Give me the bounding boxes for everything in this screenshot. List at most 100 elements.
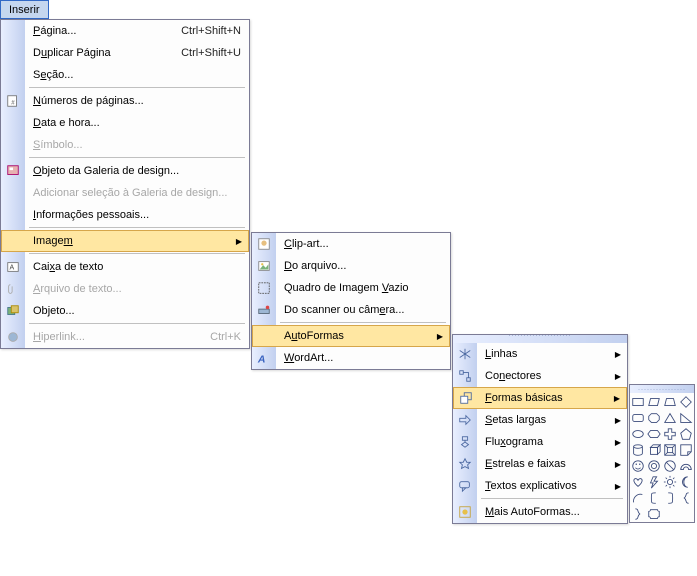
menu-item-informacoes-pessoais[interactable]: Informações pessoais... [1, 204, 249, 226]
menu-item-imagem[interactable]: Imagem ▶ [1, 230, 249, 252]
menu-item-shortcut: Ctrl+Shift+U [181, 47, 249, 59]
shape-folded-corner[interactable] [678, 442, 694, 458]
basic-shapes-icon [454, 387, 477, 409]
shape-cross[interactable] [662, 426, 678, 442]
shape-left-brace[interactable] [678, 490, 694, 506]
blank-icon [1, 112, 25, 134]
svg-text:A: A [257, 353, 265, 365]
shape-rounded-rectangle[interactable] [630, 410, 646, 426]
menu-item-do-arquivo[interactable]: Do arquivo... [252, 255, 450, 277]
menu-item-data-hora[interactable]: Data e hora... [1, 112, 249, 134]
menu-item-label: Página... [25, 25, 181, 37]
shape-parallelogram[interactable] [646, 394, 662, 410]
menu-item-label: Linhas [477, 348, 615, 360]
menu-item-setas-largas[interactable]: Setas largas ▶ [453, 409, 627, 431]
menu-item-label: Arquivo de texto... [25, 283, 249, 295]
empty-frame-icon [252, 277, 276, 299]
blank-icon [2, 230, 25, 252]
menu-item-do-scanner[interactable]: Do scanner ou câmera... [252, 299, 450, 321]
menu-item-label: WordArt... [276, 352, 450, 364]
submenu-autoformas: Linhas ▶ Conectores ▶ Formas básicas ▶ S… [452, 334, 628, 524]
shape-pentagon[interactable] [678, 426, 694, 442]
menu-item-label: Imagem [25, 235, 236, 247]
menu-item-wordart[interactable]: A WordArt... [252, 347, 450, 369]
gallery-icon [1, 160, 25, 182]
shape-left-bracket[interactable] [646, 490, 662, 506]
submenu-arrow-icon: ▶ [614, 394, 626, 403]
menu-inserir: Página... Ctrl+Shift+N Duplicar Página C… [0, 19, 250, 349]
menu-item-clip-art[interactable]: Clip-art... [252, 233, 450, 255]
shape-right-bracket[interactable] [662, 490, 678, 506]
more-shapes-icon [453, 501, 477, 523]
picture-file-icon [252, 255, 276, 277]
menu-item-duplicar-pagina[interactable]: Duplicar Página Ctrl+Shift+U [1, 42, 249, 64]
shape-oval[interactable] [630, 426, 646, 442]
shape-diamond[interactable] [678, 394, 694, 410]
text-box-icon: A [1, 256, 25, 278]
shape-right-triangle[interactable] [678, 410, 694, 426]
shape-triangle[interactable] [662, 410, 678, 426]
shape-moon[interactable] [678, 474, 694, 490]
page-number-icon: # [1, 90, 25, 112]
menu-item-autoformas[interactable]: AutoFormas ▶ [252, 325, 450, 347]
menu-item-conectores[interactable]: Conectores ▶ [453, 365, 627, 387]
menu-item-label: Símbolo... [25, 139, 249, 151]
shape-heart[interactable] [630, 474, 646, 490]
menu-item-objeto[interactable]: Objeto... [1, 300, 249, 322]
menu-item-objeto-galeria[interactable]: Objeto da Galeria de design... [1, 160, 249, 182]
shape-octagon[interactable] [646, 410, 662, 426]
menu-item-fluxograma[interactable]: Fluxograma ▶ [453, 431, 627, 453]
shape-trapezoid[interactable] [662, 394, 678, 410]
menu-item-numeros-paginas[interactable]: # Números de páginas... [1, 90, 249, 112]
shape-cube[interactable] [646, 442, 662, 458]
shape-block-arc[interactable] [678, 458, 694, 474]
page-icon [1, 20, 25, 42]
menu-item-formas-basicas[interactable]: Formas básicas ▶ [453, 387, 627, 409]
shape-lightning[interactable] [646, 474, 662, 490]
shape-plaque[interactable] [646, 506, 662, 522]
menu-item-caixa-texto[interactable]: A Caixa de texto [1, 256, 249, 278]
shape-rectangle[interactable] [630, 394, 646, 410]
menu-item-label: Do scanner ou câmera... [276, 304, 450, 316]
hyperlink-icon [1, 326, 25, 348]
menu-item-linhas[interactable]: Linhas ▶ [453, 343, 627, 365]
flowchart-icon [453, 431, 477, 453]
menu-item-shortcut: Ctrl+Shift+N [181, 25, 249, 37]
menu-item-adicionar-selecao: Adicionar seleção à Galeria de design... [1, 182, 249, 204]
block-arrows-icon [453, 409, 477, 431]
svg-text:A: A [10, 265, 15, 272]
wordart-icon: A [252, 347, 276, 369]
shape-cylinder[interactable] [630, 442, 646, 458]
menu-item-label: Textos explicativos [477, 480, 615, 492]
shape-arc[interactable] [630, 490, 646, 506]
submenu-arrow-icon: ▶ [615, 416, 627, 425]
menu-item-label: Formas básicas [477, 392, 614, 404]
menu-item-quadro-vazio[interactable]: Quadro de Imagem Vazio [252, 277, 450, 299]
drag-handle[interactable] [453, 335, 627, 343]
shape-right-brace[interactable] [630, 506, 646, 522]
shape-no-symbol[interactable] [662, 458, 678, 474]
shape-sun[interactable] [662, 474, 678, 490]
submenu-arrow-icon: ▶ [615, 372, 627, 381]
menu-item-mais-autoformas[interactable]: Mais AutoFormas... [453, 501, 627, 523]
menu-item-label: Setas largas [477, 414, 615, 426]
menu-item-pagina[interactable]: Página... Ctrl+Shift+N [1, 20, 249, 42]
submenu-arrow-icon: ▶ [437, 332, 449, 341]
menu-item-label: Quadro de Imagem Vazio [276, 282, 450, 294]
menu-item-secao[interactable]: Seção... [1, 64, 249, 86]
menu-item-simbolo: Símbolo... [1, 134, 249, 156]
palette-formas-basicas: ················ [629, 384, 695, 523]
clip-icon [1, 278, 25, 300]
menu-item-label: Hiperlink... [25, 331, 210, 343]
menu-item-textos-explicativos[interactable]: Textos explicativos ▶ [453, 475, 627, 497]
shape-hexagon[interactable] [646, 426, 662, 442]
menu-item-estrelas-faixas[interactable]: Estrelas e faixas ▶ [453, 453, 627, 475]
menu-item-label: Objeto da Galeria de design... [25, 165, 249, 177]
menu-item-arquivo-texto: Arquivo de texto... [1, 278, 249, 300]
shape-smiley[interactable] [630, 458, 646, 474]
submenu-imagem: Clip-art... Do arquivo... Quadro de Imag… [251, 232, 451, 370]
shape-donut[interactable] [646, 458, 662, 474]
menu-tab-inserir[interactable]: Inserir [0, 0, 49, 19]
shape-bevel[interactable] [662, 442, 678, 458]
lines-icon [453, 343, 477, 365]
